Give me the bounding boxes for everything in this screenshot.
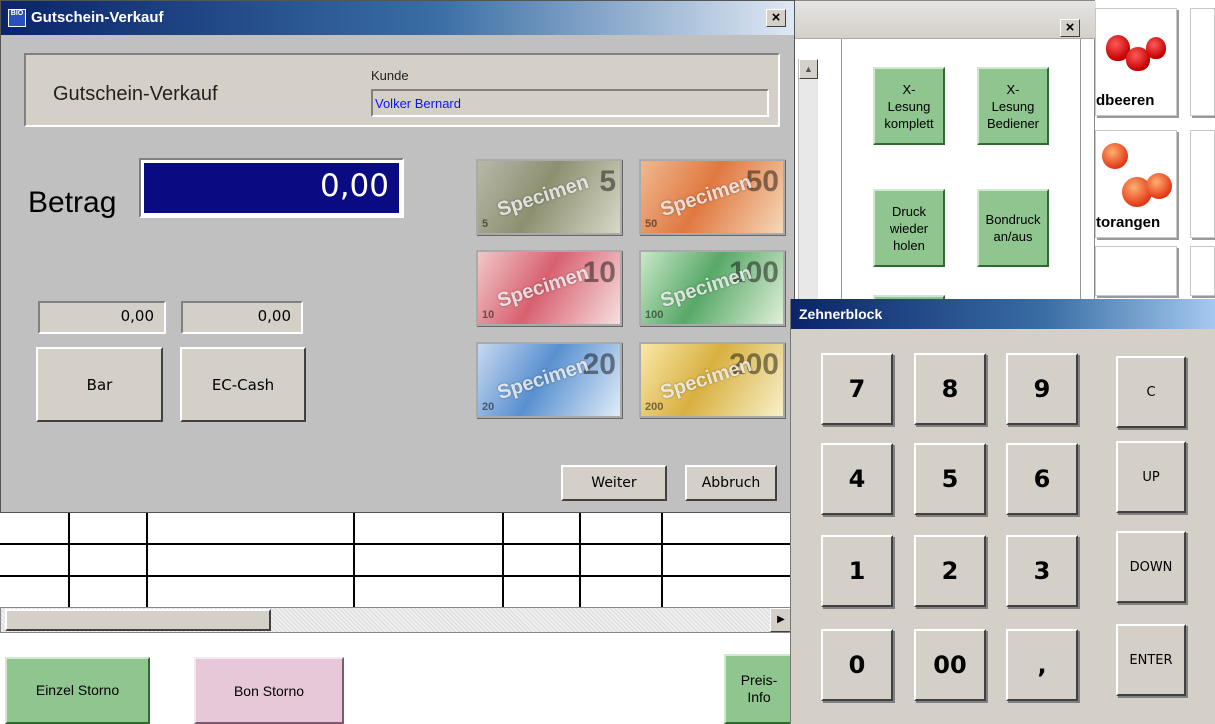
betrag-value: 0,00	[144, 163, 399, 213]
product-tile-blutorangen[interactable]: torangen	[1095, 130, 1177, 238]
table-column-divider	[579, 513, 581, 610]
banknote-50-button[interactable]: 50 50 Specimen	[639, 159, 785, 235]
betrag-label: Betrag	[28, 186, 117, 219]
banknote-denomination: 20	[482, 401, 495, 413]
kunde-label: Kunde	[371, 68, 409, 83]
table-column-divider	[146, 513, 148, 610]
scroll-up-arrow-icon[interactable]: ▲	[799, 59, 818, 79]
table-column-divider	[661, 513, 663, 610]
key-6[interactable]: 6	[1006, 443, 1078, 515]
strawberry-icon	[1146, 37, 1166, 59]
key-00[interactable]: 00	[914, 629, 986, 701]
dialog-titlebar: BIO Gutschein-Verkauf ×	[1, 1, 794, 35]
banknote-10-button[interactable]: 10 10 Specimen	[476, 250, 622, 326]
page-title: Gutschein-Verkauf	[53, 83, 218, 105]
product-tile-partial[interactable]	[1190, 8, 1215, 116]
x-lesung-bediener-button[interactable]: X- Lesung Bediener	[977, 67, 1049, 145]
product-label: dbeeren	[1096, 92, 1155, 109]
table-column-divider	[353, 513, 355, 610]
key-2[interactable]: 2	[914, 535, 986, 607]
background-pos-window: × ▲ X- Lesung komplett X- Lesung Bediene…	[785, 0, 1096, 315]
banknote-5-button[interactable]: 5 5 Specimen	[476, 159, 622, 235]
banknote-denomination: 5	[599, 165, 616, 198]
banknote-denomination: 10	[482, 309, 495, 321]
table-row-divider	[0, 543, 793, 545]
ec-amount-field[interactable]: 0,00	[181, 301, 303, 334]
ec-cash-payment-button[interactable]: EC-Cash	[180, 347, 306, 422]
key-1[interactable]: 1	[821, 535, 893, 607]
horizontal-scrollbar[interactable]: ▶	[0, 607, 793, 633]
key-5[interactable]: 5	[914, 443, 986, 515]
key-enter[interactable]: ENTER	[1116, 624, 1186, 696]
abbruch-button[interactable]: Abbruch	[685, 465, 777, 501]
receipt-table	[0, 513, 793, 610]
product-tile-empty[interactable]	[1190, 246, 1215, 296]
app-logo-icon: BIO	[8, 9, 26, 27]
key-3[interactable]: 3	[1006, 535, 1078, 607]
background-window-titlebar: ×	[786, 1, 1096, 39]
dialog-close-button[interactable]: ×	[766, 9, 786, 27]
preis-info-button[interactable]: Preis- Info	[724, 654, 794, 724]
scroll-right-arrow-icon[interactable]: ▶	[770, 608, 792, 632]
bar-amount-field[interactable]: 0,00	[38, 301, 166, 334]
banknote-denomination: 100	[645, 309, 664, 321]
banknote-denomination: 50	[645, 218, 658, 230]
orange-icon	[1146, 173, 1172, 199]
einzel-storno-button[interactable]: Einzel Storno	[5, 657, 150, 724]
x-lesung-komplett-button[interactable]: X- Lesung komplett	[873, 67, 945, 145]
bar-payment-button[interactable]: Bar	[36, 347, 163, 422]
table-column-divider	[502, 513, 504, 610]
bon-storno-button[interactable]: Bon Storno	[194, 657, 344, 724]
dialog-header-panel: Gutschein-Verkauf Kunde Volker Bernard	[24, 53, 780, 127]
gutschein-verkauf-dialog: BIO Gutschein-Verkauf × Gutschein-Verkau…	[0, 0, 795, 513]
banknote-100-button[interactable]: 100 100 Specimen	[639, 250, 785, 326]
dialog-title: Gutschein-Verkauf	[31, 9, 164, 26]
keypad-title: Zehnerblock	[799, 306, 883, 322]
key-down[interactable]: DOWN	[1116, 531, 1186, 603]
betrag-input[interactable]: 0,00	[139, 158, 404, 218]
key-4[interactable]: 4	[821, 443, 893, 515]
table-row-divider	[0, 575, 793, 577]
banknote-denomination: 200	[645, 401, 664, 413]
product-tile-empty[interactable]	[1095, 246, 1177, 296]
banknote-denomination: 5	[482, 218, 489, 230]
weiter-button[interactable]: Weiter	[561, 465, 667, 501]
key-7[interactable]: 7	[821, 353, 893, 425]
key-clear[interactable]: C	[1116, 356, 1186, 428]
zehnerblock-keypad: Zehnerblock 7 8 9 C 4 5 6 UP 1 2 3 DOWN …	[790, 299, 1215, 724]
key-8[interactable]: 8	[914, 353, 986, 425]
kunde-field[interactable]: Volker Bernard	[371, 89, 769, 117]
background-window-close-button[interactable]: ×	[1060, 19, 1080, 37]
table-column-divider	[68, 513, 70, 610]
product-tile-erdbeeren[interactable]: dbeeren	[1095, 8, 1177, 116]
key-9[interactable]: 9	[1006, 353, 1078, 425]
banknote-200-button[interactable]: 200 200 Specimen	[639, 342, 785, 418]
banknote-20-button[interactable]: 20 20 Specimen	[476, 342, 622, 418]
key-0[interactable]: 0	[821, 629, 893, 701]
bondruck-toggle-button[interactable]: Bondruck an/aus	[977, 189, 1049, 267]
key-up[interactable]: UP	[1116, 441, 1186, 513]
key-comma[interactable]: ,	[1006, 629, 1078, 701]
orange-icon	[1102, 143, 1128, 169]
scrollbar-thumb[interactable]	[5, 609, 271, 631]
druck-wiederholen-button[interactable]: Druck wieder holen	[873, 189, 945, 267]
background-vertical-scrollbar[interactable]: ▲	[798, 59, 818, 309]
product-tile-partial[interactable]	[1190, 130, 1215, 238]
keypad-titlebar: Zehnerblock	[791, 299, 1215, 329]
function-button-panel: X- Lesung komplett X- Lesung Bediener Dr…	[841, 39, 1081, 315]
product-label: torangen	[1096, 214, 1161, 231]
